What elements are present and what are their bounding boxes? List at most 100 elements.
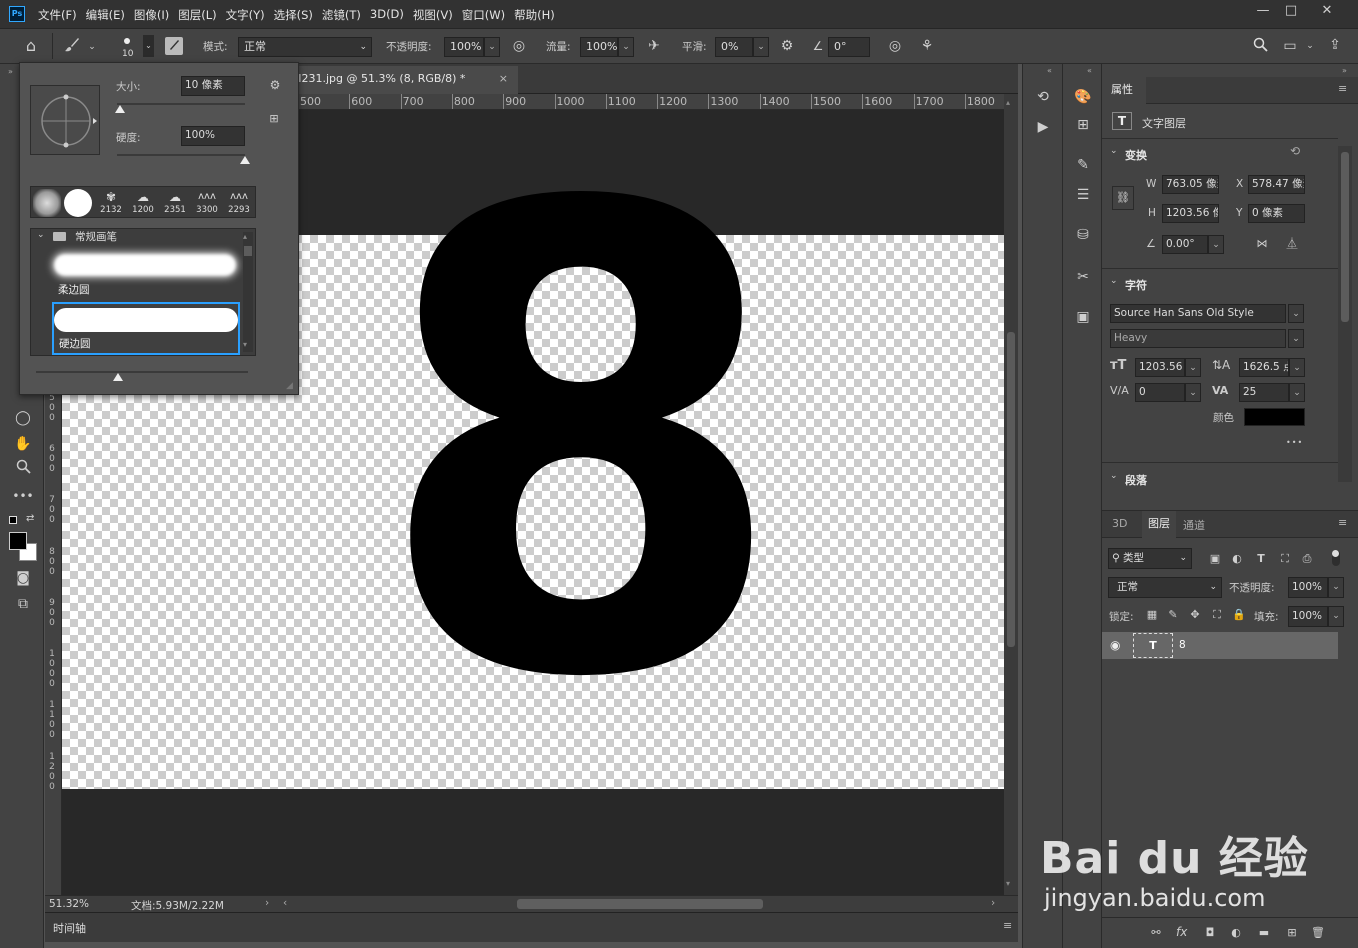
menu-file[interactable]: 文件(F) [38, 7, 77, 23]
scrollbar-thumb[interactable] [1341, 152, 1349, 322]
fill-dropdown[interactable]: ⌄ [1328, 606, 1344, 627]
height-input[interactable]: 1203.56 像素 [1162, 204, 1219, 223]
smoothing-dropdown[interactable]: ⌄ [753, 37, 769, 57]
tab-3d[interactable]: 3D [1112, 517, 1127, 530]
brush-preset-2293[interactable]: ʌʌʌ 2293 [224, 189, 254, 217]
default-colors-icon[interactable] [9, 516, 17, 524]
eye-icon[interactable]: ◉ [1110, 638, 1120, 652]
leading-input[interactable]: 1626.5 点 [1239, 358, 1289, 377]
flow-dropdown[interactable]: ⌄ [618, 37, 634, 57]
font-style-select[interactable]: Heavy [1110, 329, 1286, 348]
menu-filter[interactable]: 滤镜(T) [322, 7, 361, 23]
chevron-down-icon[interactable]: ⌄ [37, 230, 45, 240]
rotation-input[interactable]: 0.00° [1162, 235, 1208, 254]
layer-opacity-dropdown[interactable]: ⌄ [1328, 577, 1344, 598]
menu-image[interactable]: 图像(I) [134, 7, 169, 23]
hand-tool-icon[interactable]: ✋ [10, 432, 36, 456]
font-style-dropdown[interactable]: ⌄ [1288, 329, 1304, 348]
brush-hardness-input[interactable]: 100% [181, 126, 245, 146]
new-layer-icon[interactable]: ⊞ [1282, 924, 1302, 942]
text-layer-content[interactable]: 8 [374, 125, 788, 765]
chevron-down-icon[interactable]: ⌄ [1110, 146, 1118, 156]
rotation-dropdown[interactable]: ⌄ [1208, 235, 1224, 254]
panel-menu-icon[interactable]: ≡ [1338, 82, 1347, 95]
font-size-input[interactable]: 1203.56 [1135, 358, 1185, 377]
menu-window[interactable]: 窗口(W) [462, 7, 505, 23]
color-palette-icon[interactable]: 🎨 [1072, 88, 1094, 106]
chevron-down-icon[interactable]: ⌄ [1110, 471, 1118, 481]
workspace-icon[interactable]: ▭ [1280, 37, 1300, 55]
smoothing-input[interactable]: 0% [715, 37, 753, 57]
mask-icon[interactable]: ◘ [1200, 924, 1220, 942]
brush-preset-picker[interactable]: 10 [114, 33, 142, 61]
y-input[interactable]: 0 像素 [1248, 204, 1305, 223]
menu-edit[interactable]: 编辑(E) [86, 7, 125, 23]
size-slider-thumb[interactable] [114, 105, 125, 113]
horizontal-scroll-thumb[interactable] [517, 899, 763, 909]
brush-settings-icon[interactable] [165, 37, 183, 55]
x-input[interactable]: 578.47 像素 [1248, 175, 1305, 194]
menu-select[interactable]: 选择(S) [274, 7, 313, 23]
layer-filter-select[interactable]: ⚲ 类型 ⌄ [1108, 548, 1192, 569]
grid-icon[interactable]: ⊞ [1072, 116, 1094, 134]
history-icon[interactable]: ⟲ [1032, 88, 1054, 106]
menu-view[interactable]: 视图(V) [413, 7, 453, 23]
add-preset-icon[interactable]: ⊞ [266, 110, 282, 128]
size-slider-track[interactable] [117, 103, 245, 105]
search-icon[interactable] [1250, 37, 1270, 57]
foreground-color-swatch[interactable] [9, 532, 27, 550]
tab-properties[interactable]: 属性 [1102, 77, 1146, 104]
tab-channels[interactable]: 通道 [1183, 517, 1205, 533]
font-family-dropdown[interactable]: ⌄ [1288, 304, 1304, 323]
link-dimensions-icon[interactable]: ⛓ [1112, 186, 1134, 210]
blend-mode-select[interactable]: 正常 ⌄ [1108, 577, 1222, 598]
brush-preset-2351[interactable]: ☁ 2351 [160, 189, 190, 217]
preview-size-thumb[interactable] [113, 373, 123, 381]
tab-layers[interactable]: 图层 [1142, 511, 1176, 538]
character-section-title[interactable]: 字符 [1125, 277, 1147, 293]
lock-artboard-icon[interactable]: ⛶ [1209, 606, 1225, 624]
properties-scrollbar[interactable] [1338, 146, 1352, 482]
menu-3d[interactable]: 3D(D) [370, 7, 404, 23]
home-icon[interactable]: ⌂ [20, 37, 42, 55]
tool-presets-icon[interactable]: ✂ [1072, 268, 1094, 286]
soft-brush-preset[interactable] [33, 189, 61, 217]
more-tools-icon[interactable]: ••• [10, 484, 36, 508]
share-icon[interactable]: ⇪ [1324, 36, 1346, 54]
brush-preset-1200[interactable]: ☁ 1200 [128, 189, 158, 217]
timeline-tab[interactable]: 时间轴 [53, 920, 86, 936]
chevron-right-icon[interactable]: › [265, 897, 269, 909]
brush-list-scrollbar[interactable]: ▴ ▾ [243, 232, 253, 352]
chevron-down-icon[interactable]: ⌄ [1110, 276, 1118, 286]
brush-tool-icon[interactable] [62, 37, 82, 58]
close-window-button[interactable]: ✕ [1310, 0, 1344, 24]
preview-size-slider[interactable] [36, 371, 248, 373]
font-family-select[interactable]: Source Han Sans Old Style [1110, 304, 1286, 323]
swap-colors-icon[interactable]: ⇄ [26, 513, 34, 524]
brush-item-hard-round[interactable]: 硬边圆 [52, 302, 240, 355]
collapse-icon[interactable]: « [1047, 66, 1052, 75]
pressure-opacity-icon[interactable]: ◎ [508, 37, 530, 55]
scroll-left-icon[interactable]: ‹ [283, 897, 287, 909]
pixel-filter-icon[interactable]: ▣ [1206, 550, 1224, 568]
collapse-icon[interactable]: » [1342, 66, 1347, 75]
menu-type[interactable]: 文字(Y) [226, 7, 265, 23]
flow-input[interactable]: 100% [580, 37, 618, 57]
scroll-down-icon[interactable]: ▾ [243, 340, 247, 349]
transform-section-title[interactable]: 变换 [1125, 147, 1147, 163]
panel-menu-icon[interactable]: ≡ [1338, 516, 1347, 529]
paragraph-section-title[interactable]: 段落 [1125, 472, 1147, 488]
shape-filter-icon[interactable]: ⛶ [1276, 550, 1294, 568]
quick-mask-icon[interactable]: ◙ [10, 566, 36, 590]
pressure-size-icon[interactable]: ◎ [884, 37, 906, 55]
folder-icon[interactable]: ▬ [1254, 924, 1274, 942]
close-tab-icon[interactable]: × [499, 66, 508, 92]
filter-toggle[interactable] [1332, 550, 1340, 566]
vertical-scrollbar[interactable]: ▴ ▾ [1004, 94, 1018, 895]
fx-icon[interactable]: fx [1176, 925, 1187, 939]
brush-preset-2132[interactable]: ✾ 2132 [96, 189, 126, 217]
adjustment-filter-icon[interactable]: ◐ [1228, 550, 1246, 568]
zoom-tool-icon[interactable] [10, 458, 36, 482]
tracking-input[interactable]: 25 [1239, 383, 1289, 402]
type-filter-icon[interactable]: T [1252, 550, 1270, 568]
